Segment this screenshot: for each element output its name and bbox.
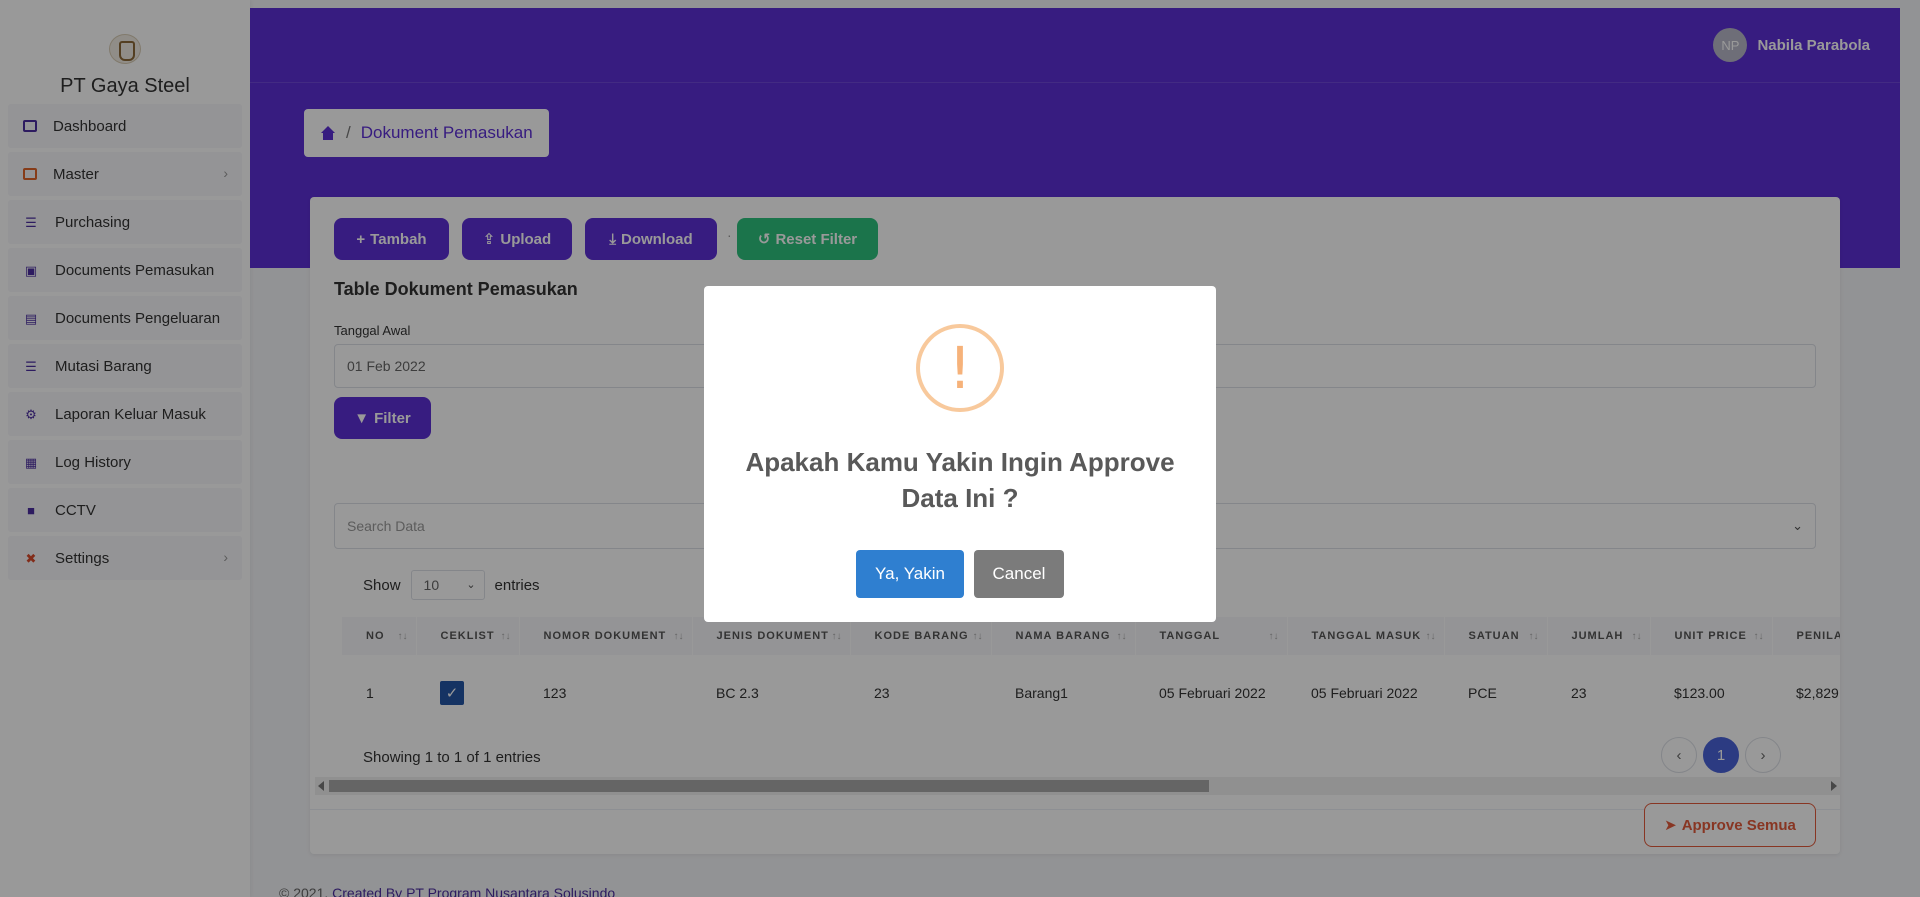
dialog-title: Apakah Kamu Yakin Ingin Approve Data Ini…	[745, 447, 1175, 513]
warning-icon: !	[916, 324, 1004, 412]
confirm-button[interactable]: Ya, Yakin	[856, 550, 964, 598]
cancel-button[interactable]: Cancel	[974, 550, 1064, 598]
confirm-dialog: ! Apakah Kamu Yakin Ingin Approve Data I…	[704, 286, 1216, 622]
